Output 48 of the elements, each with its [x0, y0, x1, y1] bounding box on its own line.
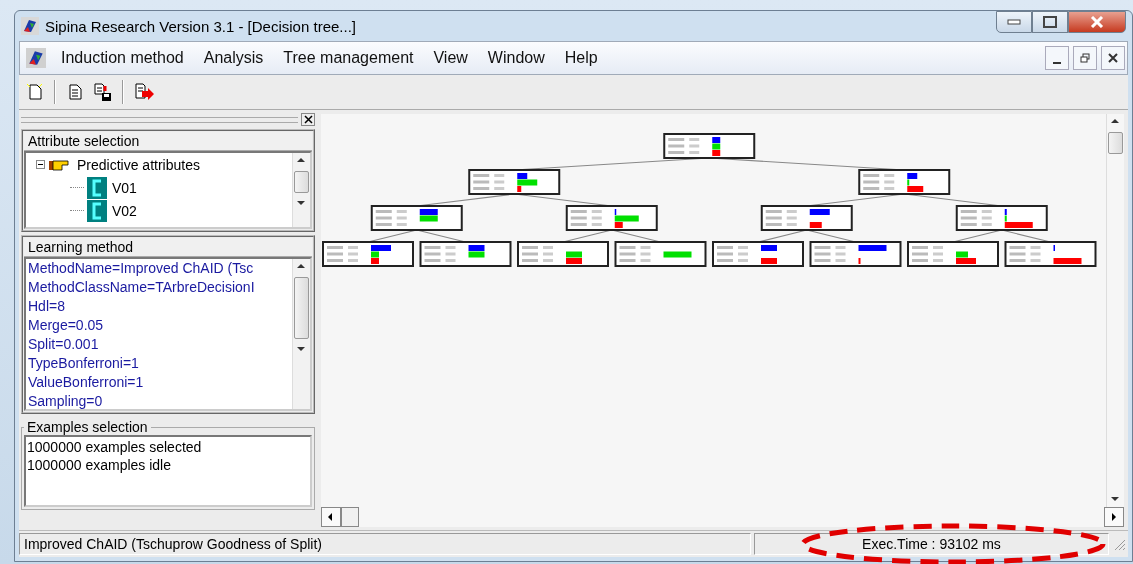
- menu-item[interactable]: Window: [478, 47, 554, 69]
- status-text: Exec.Time : 93102 ms: [754, 533, 1109, 555]
- document-logo-icon: [26, 48, 46, 68]
- menu-item[interactable]: Tree management: [274, 47, 423, 69]
- collapse-toggle[interactable]: [36, 160, 45, 169]
- parameter-line: Hdl=8: [27, 297, 66, 316]
- parameter-line: Merge=0.05: [27, 316, 105, 335]
- tree-item[interactable]: V01: [110, 179, 139, 196]
- minimize-button[interactable]: [1045, 46, 1069, 70]
- scrollbar[interactable]: [292, 153, 310, 227]
- scrollbar[interactable]: [1106, 114, 1124, 507]
- section-header: Attribute selection: [24, 132, 312, 151]
- resize-grip-icon: [1112, 537, 1126, 551]
- tree-item[interactable]: V02: [110, 202, 139, 219]
- status-text: Improved ChAID (Tschuprow Goodness of Split): [19, 533, 751, 555]
- pointing-hand-icon: [48, 157, 72, 172]
- scrollbar[interactable]: [292, 259, 310, 409]
- tree-item[interactable]: Predictive attributes: [75, 156, 202, 173]
- close-icon: [1108, 53, 1118, 63]
- restore-icon: [1080, 53, 1090, 63]
- close-icon: [303, 115, 313, 124]
- examples-line: 1000000 examples idle: [27, 456, 172, 474]
- app-logo-icon: [21, 17, 39, 35]
- section-header: Learning method: [24, 238, 312, 257]
- maximize-icon: [1043, 16, 1057, 28]
- menu-item[interactable]: Help: [555, 47, 607, 69]
- parameter-line: Split=0.001: [27, 335, 100, 354]
- close-panel-button[interactable]: [301, 113, 315, 126]
- minimize-icon: [1007, 19, 1021, 25]
- group-title: Examples selection: [26, 419, 149, 435]
- examples-line: 1000000 examples selected: [27, 438, 203, 456]
- scrollbar[interactable]: [321, 507, 1124, 527]
- close-button[interactable]: [1101, 46, 1125, 70]
- menu-item[interactable]: Analysis: [194, 47, 273, 69]
- parameter-line: MethodName=Improved ChAID (Tsc: [27, 259, 255, 278]
- close-icon: [1090, 16, 1104, 28]
- close-button[interactable]: [1068, 11, 1126, 33]
- continuous-attribute-icon: [87, 176, 107, 199]
- menu-item[interactable]: View: [424, 47, 477, 69]
- parameter-line: MethodClassName=TArbreDecisionI: [27, 278, 256, 297]
- parameter-line: TypeBonferroni=1: [27, 354, 140, 373]
- maximize-button[interactable]: [1032, 11, 1068, 33]
- minimize-icon: [1053, 62, 1061, 64]
- parameter-line: ValueBonferroni=1: [27, 373, 145, 392]
- window-title: Sipina Research Version 3.1 - [Decision tree...]: [45, 17, 356, 35]
- parameter-line: Sampling=0: [27, 392, 104, 409]
- continuous-attribute-icon: [87, 199, 107, 222]
- menu-item[interactable]: Induction method: [52, 47, 193, 69]
